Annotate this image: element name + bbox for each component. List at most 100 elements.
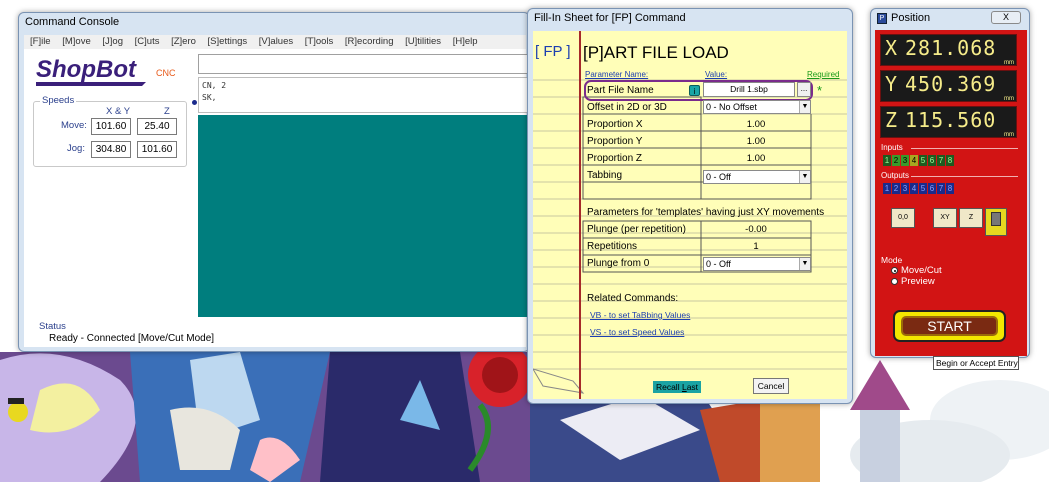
input-indicator: 4 bbox=[910, 155, 918, 166]
move-z-field[interactable]: 25.40 bbox=[137, 118, 177, 135]
status-legend: Status bbox=[39, 321, 66, 332]
speed-col-z: Z bbox=[164, 106, 170, 117]
chevron-down-icon: ▼ bbox=[799, 101, 810, 113]
proportion-z-label: Proportion Z bbox=[587, 153, 643, 164]
browse-button[interactable]: ... bbox=[797, 82, 811, 97]
x-position-value: 281.068 bbox=[905, 36, 997, 60]
zero-xy-button[interactable]: XY bbox=[933, 208, 957, 228]
console-title: Command Console bbox=[25, 16, 120, 28]
zero-axes-button[interactable]: 0,0 bbox=[891, 208, 915, 228]
jog-xy-field[interactable]: 304.80 bbox=[91, 141, 131, 158]
inputs-label: Inputs bbox=[881, 143, 903, 152]
cancel-button[interactable]: Cancel bbox=[753, 378, 789, 394]
output-indicator[interactable]: 7 bbox=[937, 183, 945, 194]
output-indicator[interactable]: 2 bbox=[892, 183, 900, 194]
required-star: * bbox=[817, 83, 823, 98]
templates-note: Parameters for 'templates' having just X… bbox=[587, 207, 825, 218]
repetitions-field[interactable]: 1 bbox=[701, 238, 811, 255]
offset-dropdown[interactable]: 0 - No Offset ▼ bbox=[703, 100, 811, 114]
menu-recording[interactable]: [R]ecording bbox=[345, 36, 394, 47]
mode-preview-radio[interactable]: Preview bbox=[891, 276, 935, 287]
link-vs[interactable]: VS - to set Speed Values bbox=[590, 327, 684, 337]
chevron-down-icon: ▼ bbox=[799, 171, 810, 183]
command-input[interactable] bbox=[198, 54, 528, 74]
position-panel: X 281.068 mm Y 450.369 mm Z 115.560 mm I… bbox=[875, 30, 1027, 356]
outputs-divider bbox=[911, 176, 1018, 177]
start-button[interactable]: START bbox=[893, 310, 1006, 342]
link-vb[interactable]: VB - to set TaBbing Values bbox=[590, 310, 690, 320]
command-log: CN, 2 SK, bbox=[198, 77, 528, 113]
zero-z-button[interactable]: Z bbox=[959, 208, 983, 228]
fillin-title: Fill-In Sheet for [FP] Command bbox=[534, 12, 686, 24]
output-indicator[interactable]: 6 bbox=[928, 183, 936, 194]
menu-values[interactable]: [V]alues bbox=[259, 36, 293, 47]
outputs-label: Outputs bbox=[881, 171, 910, 180]
z-axis-label: Z bbox=[885, 108, 898, 132]
move-xy-field[interactable]: 101.60 bbox=[91, 118, 131, 135]
menu-settings[interactable]: [S]ettings bbox=[208, 36, 248, 47]
move-speed-label: Move: bbox=[61, 120, 87, 131]
fill-in-sheet: [ FP ] [P]ART FILE LOAD Parameter Name: … bbox=[533, 31, 847, 399]
menu-utilities[interactable]: [U]tilities bbox=[405, 36, 441, 47]
output-indicator[interactable]: 4 bbox=[910, 183, 918, 194]
jog-z-field[interactable]: 101.60 bbox=[137, 141, 177, 158]
proportion-z-field[interactable]: 1.00 bbox=[701, 150, 811, 167]
console-output-area bbox=[198, 115, 528, 317]
offset-value: 0 - No Offset bbox=[706, 102, 757, 112]
command-code: [ FP ] bbox=[535, 43, 571, 60]
fill-in-sheet-window: Fill-In Sheet for [FP] Command [FP] [P… bbox=[527, 8, 853, 404]
mode-preview-label: Preview bbox=[901, 276, 935, 287]
command-heading: [P]ART FILE LOAD bbox=[583, 43, 729, 62]
close-button[interactable]: X bbox=[991, 11, 1021, 24]
input-indicator: 2 bbox=[892, 155, 900, 166]
plunge-from-zero-label: Plunge from 0 bbox=[587, 258, 650, 269]
recall-last-button[interactable]: Recall Last bbox=[653, 381, 701, 393]
sheet-margin-line bbox=[579, 31, 581, 399]
z-unit: mm bbox=[1004, 132, 1014, 138]
position-window-icon: P bbox=[877, 13, 887, 24]
menu-zero[interactable]: [Z]ero bbox=[171, 36, 196, 47]
info-icon[interactable]: i bbox=[689, 85, 700, 96]
menu-jog[interactable]: [J]og bbox=[102, 36, 123, 47]
y-position-value: 450.369 bbox=[905, 72, 997, 96]
x-unit: mm bbox=[1004, 60, 1014, 66]
repetitions-label: Repetitions bbox=[587, 241, 638, 252]
keypad-button[interactable] bbox=[985, 208, 1007, 236]
output-indicator[interactable]: 5 bbox=[919, 183, 927, 194]
proportion-y-field[interactable]: 1.00 bbox=[701, 133, 811, 150]
radio-checked-icon bbox=[891, 267, 898, 274]
output-indicator[interactable]: 8 bbox=[946, 183, 954, 194]
start-button-label: START bbox=[901, 316, 998, 336]
input-indicator: 8 bbox=[946, 155, 954, 166]
speeds-group: Speeds X & Y Z Move: Jog: 101.60 25.40 3… bbox=[33, 95, 187, 167]
output-indicator[interactable]: 3 bbox=[901, 183, 909, 194]
speed-col-xy: X & Y bbox=[106, 106, 131, 117]
command-console-window: Command Console [F]ile [M]ove [J]og [C]u… bbox=[18, 12, 530, 352]
logo-text: ShopBot bbox=[36, 56, 137, 83]
tabbing-dropdown[interactable]: 0 - Off ▼ bbox=[703, 170, 811, 184]
menu-tools[interactable]: [T]ools bbox=[305, 36, 334, 47]
proportion-x-field[interactable]: 1.00 bbox=[701, 116, 811, 133]
y-unit: mm bbox=[1004, 96, 1014, 102]
menu-help[interactable]: [H]elp bbox=[453, 36, 478, 47]
required-header: Required bbox=[807, 70, 840, 79]
part-file-name-field[interactable]: Drill 1.sbp bbox=[703, 82, 795, 97]
plunge-from-zero-dropdown[interactable]: 0 - Off ▼ bbox=[703, 257, 811, 271]
chevron-down-icon: ▼ bbox=[799, 258, 810, 270]
proportion-x-label: Proportion X bbox=[587, 119, 643, 130]
z-position-value: 115.560 bbox=[905, 108, 997, 132]
logo-suffix: CNC bbox=[156, 68, 176, 78]
menu-move[interactable]: [M]ove bbox=[62, 36, 91, 47]
menu-cuts[interactable]: [C]uts bbox=[135, 36, 160, 47]
y-readout: Y 450.369 mm bbox=[880, 70, 1017, 102]
output-indicator[interactable]: 1 bbox=[883, 183, 891, 194]
plunge-field[interactable]: -0.00 bbox=[701, 221, 811, 238]
menu-file[interactable]: [F]ile bbox=[30, 36, 51, 47]
current-line-dot bbox=[192, 100, 197, 105]
mode-move-cut-radio[interactable]: Move/Cut bbox=[891, 265, 942, 276]
z-readout: Z 115.560 mm bbox=[880, 106, 1017, 138]
input-indicator: 7 bbox=[937, 155, 945, 166]
position-window: P Position X X 281.068 mm Y 450.369 mm Z… bbox=[870, 8, 1030, 358]
plunge-label: Plunge (per repetition) bbox=[587, 224, 686, 235]
shopbot-logo: ShopBot CNC bbox=[34, 55, 184, 89]
